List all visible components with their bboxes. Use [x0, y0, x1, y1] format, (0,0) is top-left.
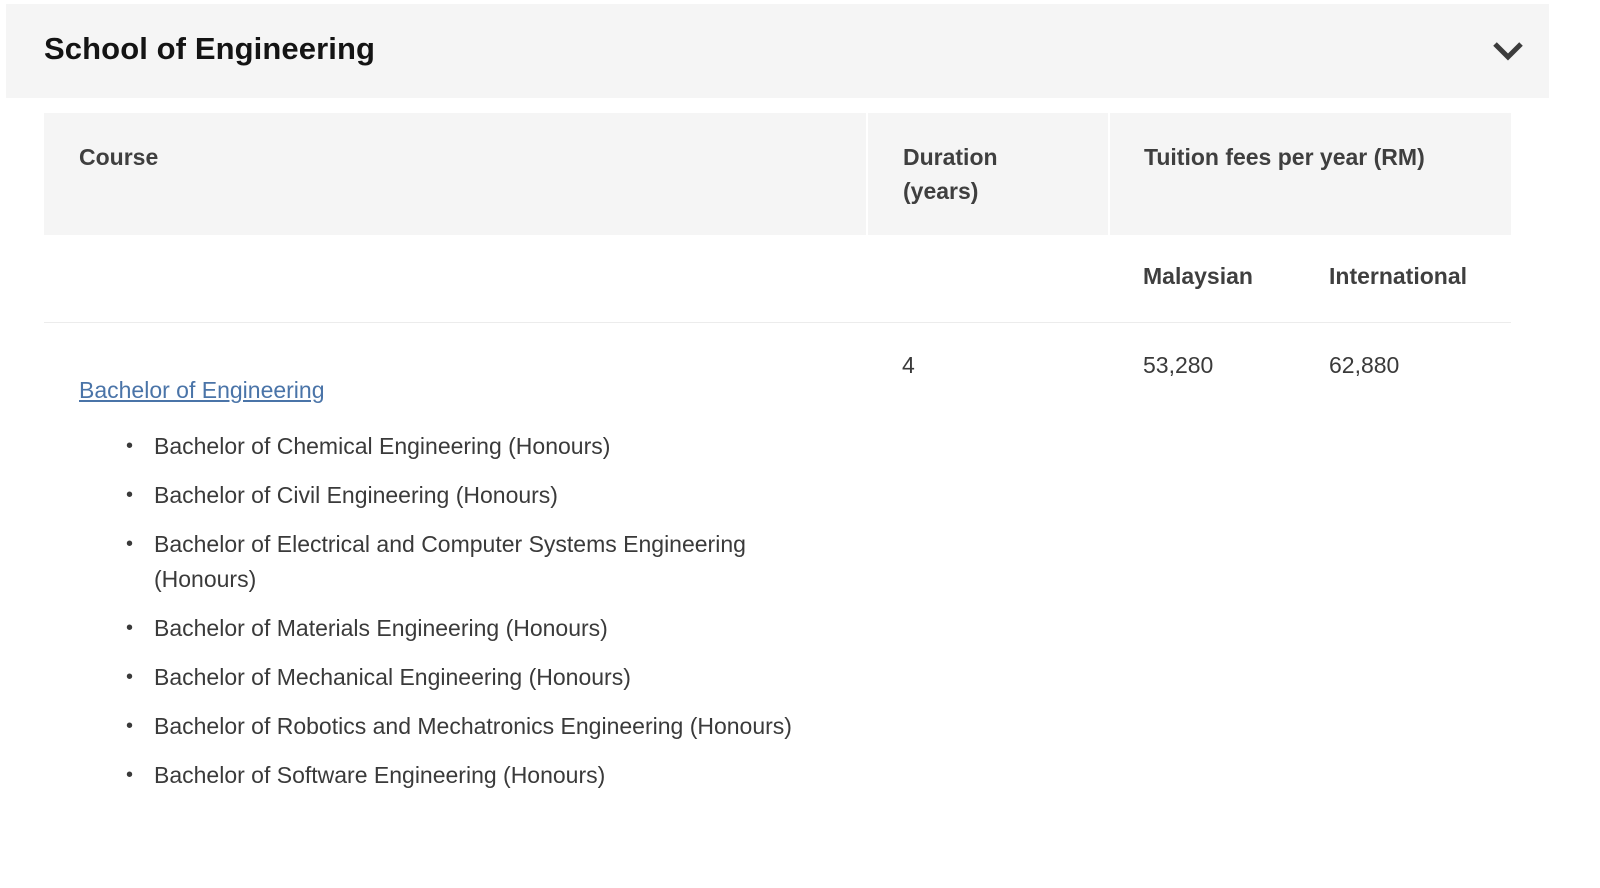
- row-divider: [44, 322, 1511, 323]
- header-course: Course: [44, 113, 866, 235]
- header-duration-label: Duration (years): [903, 144, 998, 204]
- list-item: • Bachelor of Chemical Engineering (Honou…: [116, 429, 816, 464]
- malaysian-fee-value: 53,280: [1143, 352, 1214, 378]
- chevron-down-icon[interactable]: [1492, 40, 1524, 62]
- programme-name: Bachelor of Software Engineering (Honour…: [154, 762, 606, 788]
- subheader-international: International: [1329, 263, 1468, 289]
- bullet-icon: •: [126, 715, 134, 737]
- bullet-icon: •: [126, 617, 134, 639]
- bullet-icon: •: [126, 435, 134, 457]
- programme-name: Bachelor of Materials Engineering (Honou…: [154, 615, 608, 641]
- duration-value: 4: [902, 352, 915, 378]
- programme-name: Bachelor of Electrical and Computer Syst…: [154, 531, 746, 592]
- list-item: • Bachelor of Software Engineering (Honou…: [116, 758, 816, 793]
- bullet-icon: •: [126, 484, 134, 506]
- programme-name: Bachelor of Robotics and Mechatronics En…: [154, 713, 792, 739]
- programme-name: Bachelor of Chemical Engineering (Honour…: [154, 433, 611, 459]
- header-tuition-fees: Tuition fees per year (RM): [1110, 113, 1511, 235]
- programme-name: Bachelor of Mechanical Engineering (Hono…: [154, 664, 631, 690]
- header-duration: Duration (years): [868, 113, 1108, 235]
- subheader-malaysian: Malaysian: [1143, 263, 1253, 289]
- bullet-icon: •: [126, 533, 134, 555]
- school-of-engineering-accordion-header[interactable]: School of Engineering: [6, 4, 1549, 98]
- bachelor-of-engineering-link[interactable]: Bachelor of Engineering: [79, 377, 325, 404]
- list-item: • Bachelor of Robotics and Mechatronics E…: [116, 709, 816, 744]
- bullet-icon: •: [126, 666, 134, 688]
- list-item: • Bachelor of Mechanical Engineering (Hon…: [116, 660, 816, 695]
- list-item: • Bachelor of Civil Engineering (Honours): [116, 478, 816, 513]
- programme-name: Bachelor of Civil Engineering (Honours): [154, 482, 558, 508]
- list-item: • Bachelor of Electrical and Computer Sys…: [116, 527, 816, 597]
- programme-list: • Bachelor of Chemical Engineering (Honou…: [116, 429, 816, 807]
- bullet-icon: •: [126, 764, 134, 786]
- fees-table: Course Duration (years) Tuition fees per…: [44, 113, 1511, 788]
- list-item: • Bachelor of Materials Engineering (Hono…: [116, 611, 816, 646]
- section-title: School of Engineering: [44, 31, 376, 66]
- international-fee-value: 62,880: [1329, 352, 1400, 378]
- table-header-row: Course Duration (years) Tuition fees per…: [44, 113, 1511, 235]
